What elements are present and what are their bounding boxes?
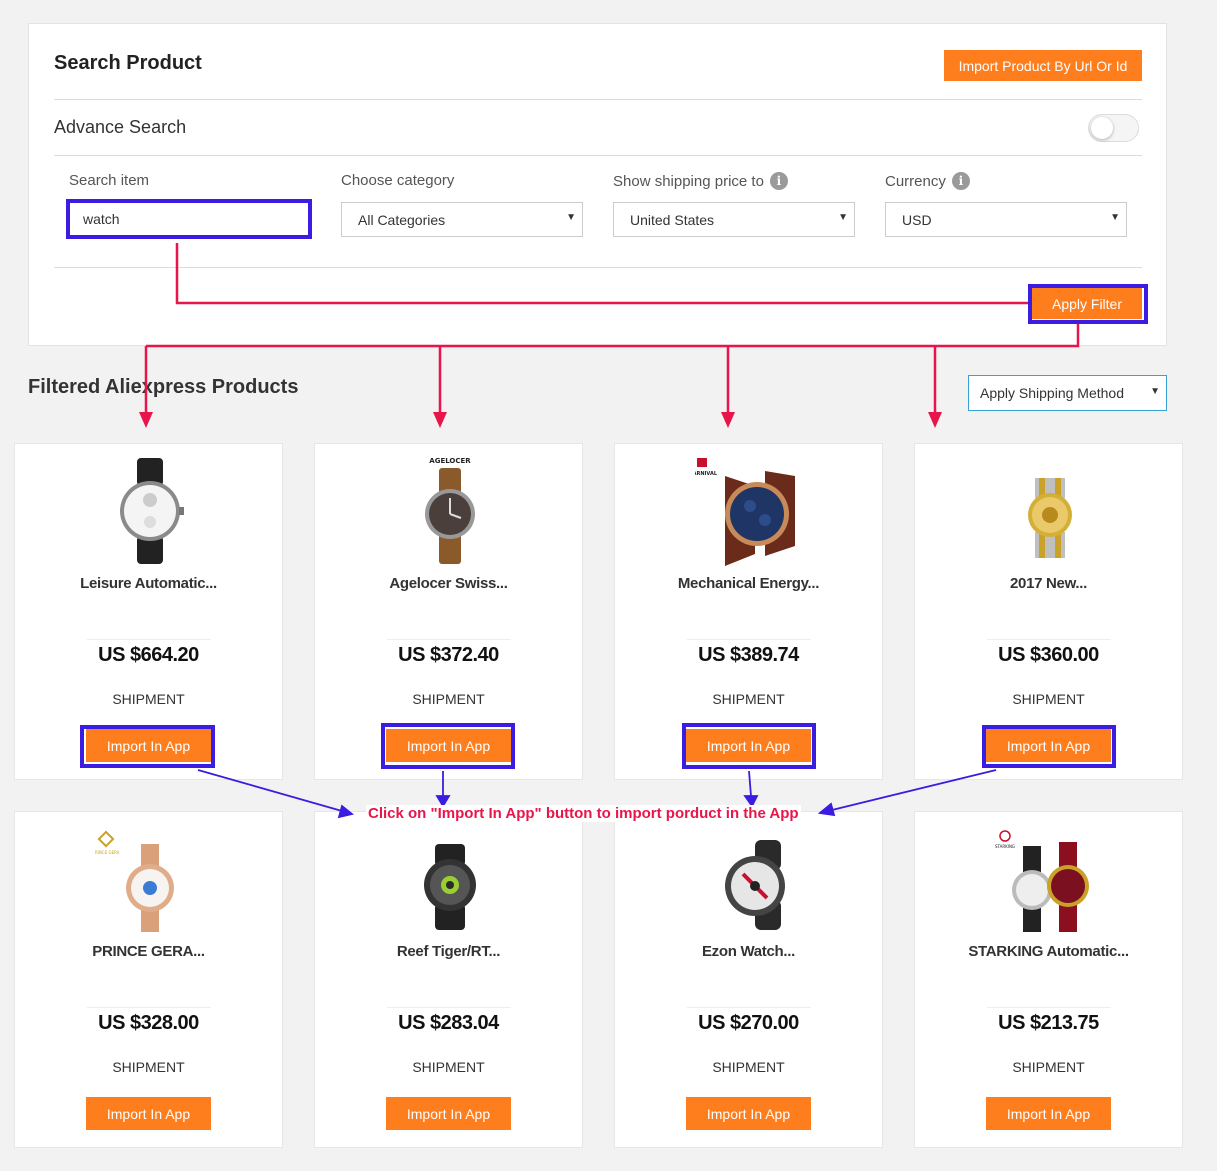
search-item-label: Search item [69, 172, 150, 189]
product-card: AGELOCER Agelocer Swiss... US $372.40 SH… [314, 443, 583, 780]
product-price: US $389.74 [698, 644, 799, 666]
red-arrow-icon [721, 412, 735, 428]
info-icon[interactable]: i [769, 172, 788, 190]
import-in-app-button[interactable]: Import In App [686, 1097, 811, 1130]
product-card: STARKING STARKING Automatic... US $213.7… [914, 811, 1183, 1148]
brand-logo: STARKING [995, 844, 1015, 849]
product-name[interactable]: PRINCE GERA... [15, 943, 282, 960]
brand-logo: CARNIVAL [695, 471, 718, 477]
divider [54, 267, 1142, 268]
caret-down-icon: ▼ [1150, 386, 1160, 397]
panel-title: Search Product [54, 52, 202, 74]
product-name[interactable]: Leisure Automatic... [15, 575, 282, 592]
shipment-label: SHIPMENT [712, 691, 785, 707]
product-price: US $360.00 [998, 644, 1099, 666]
divider [987, 639, 1111, 640]
product-price: US $270.00 [698, 1012, 799, 1034]
watch-image [120, 458, 184, 564]
product-name[interactable]: Mechanical Energy... [615, 575, 882, 592]
shipment-label: SHIPMENT [1012, 1059, 1085, 1075]
watch-image: CARNIVAL [695, 458, 795, 566]
import-in-app-button[interactable]: Import In App [986, 729, 1111, 762]
import-in-app-button[interactable]: Import In App [86, 1097, 211, 1130]
divider [387, 1007, 511, 1008]
import-in-app-button[interactable]: Import In App [986, 1097, 1111, 1130]
product-card: Reef Tiger/RT... US $283.04 SHIPMENT Imp… [314, 811, 583, 1148]
red-arrow-icon [139, 412, 153, 428]
watch-image: AGELOCER [425, 457, 475, 564]
watch-image [1028, 478, 1072, 558]
divider [987, 1007, 1111, 1008]
watch-image: STARKING [995, 830, 1089, 932]
product-name[interactable]: Ezon Watch... [615, 943, 882, 960]
search-input[interactable]: watch [69, 202, 311, 236]
results-title: Filtered Aliexpress Products [28, 376, 299, 398]
currency-label: Currency i [885, 172, 970, 190]
product-price: US $328.00 [98, 1012, 199, 1034]
product-price: US $372.40 [398, 644, 499, 666]
red-arrow-icon [433, 412, 447, 428]
divider [87, 1007, 211, 1008]
instruction-note: Click on "Import In App" button to impor… [366, 805, 801, 822]
divider [54, 155, 1142, 156]
product-name[interactable]: STARKING Automatic... [915, 943, 1182, 960]
search-product-panel: Search Product Import Product By Url Or … [28, 23, 1167, 346]
advance-search-toggle[interactable] [1088, 114, 1139, 142]
shipment-label: SHIPMENT [412, 1059, 485, 1075]
product-card: Leisure Automatic... US $664.20 SHIPMENT… [14, 443, 283, 780]
divider [687, 639, 811, 640]
divider [87, 639, 211, 640]
product-name[interactable]: 2017 New... [915, 575, 1182, 592]
shipment-label: SHIPMENT [112, 691, 185, 707]
divider [687, 1007, 811, 1008]
import-by-url-button[interactable]: Import Product By Url Or Id [944, 50, 1142, 81]
info-icon[interactable]: i [951, 172, 970, 190]
product-card: 2017 New... US $360.00 SHIPMENT Import I… [914, 443, 1183, 780]
product-card: Ezon Watch... US $270.00 SHIPMENT Import… [614, 811, 883, 1148]
shipment-label: SHIPMENT [712, 1059, 785, 1075]
watch-image [424, 844, 476, 930]
product-name[interactable]: Reef Tiger/RT... [315, 943, 582, 960]
divider [387, 639, 511, 640]
product-card: CARNIVAL Mechanical Energy... US $389.74… [614, 443, 883, 780]
shipment-label: SHIPMENT [412, 691, 485, 707]
category-select[interactable]: All Categories ▼ [341, 202, 583, 237]
caret-down-icon: ▼ [838, 212, 848, 223]
category-label: Choose category [341, 172, 455, 189]
shipment-label: SHIPMENT [1012, 691, 1085, 707]
shipping-label: Show shipping price to i [613, 172, 788, 190]
currency-select[interactable]: USD ▼ [885, 202, 1127, 237]
shipping-method-select[interactable]: Apply Shipping Method ▼ [968, 375, 1167, 411]
brand-logo: PRINCE GERA [95, 850, 120, 855]
import-in-app-button[interactable]: Import In App [386, 1097, 511, 1130]
brand-logo: AGELOCER [429, 457, 471, 465]
import-in-app-button[interactable]: Import In App [86, 729, 211, 762]
apply-filter-button[interactable]: Apply Filter [1032, 288, 1142, 319]
product-price: US $664.20 [98, 644, 199, 666]
toggle-knob [1091, 117, 1113, 139]
caret-down-icon: ▼ [566, 212, 576, 223]
advance-search-label: Advance Search [54, 117, 187, 137]
divider [54, 99, 1142, 100]
shipping-country-select[interactable]: United States ▼ [613, 202, 855, 237]
watch-image: PRINCE GERA [95, 830, 174, 932]
import-in-app-button[interactable]: Import In App [386, 729, 511, 762]
watch-image [725, 840, 785, 930]
product-name[interactable]: Agelocer Swiss... [315, 575, 582, 592]
import-in-app-button[interactable]: Import In App [686, 729, 811, 762]
product-card: PRINCE GERA PRINCE GERA... US $328.00 SH… [14, 811, 283, 1148]
red-arrow-icon [928, 412, 942, 428]
product-price: US $213.75 [998, 1012, 1099, 1034]
product-price: US $283.04 [398, 1012, 499, 1034]
caret-down-icon: ▼ [1110, 212, 1120, 223]
shipment-label: SHIPMENT [112, 1059, 185, 1075]
